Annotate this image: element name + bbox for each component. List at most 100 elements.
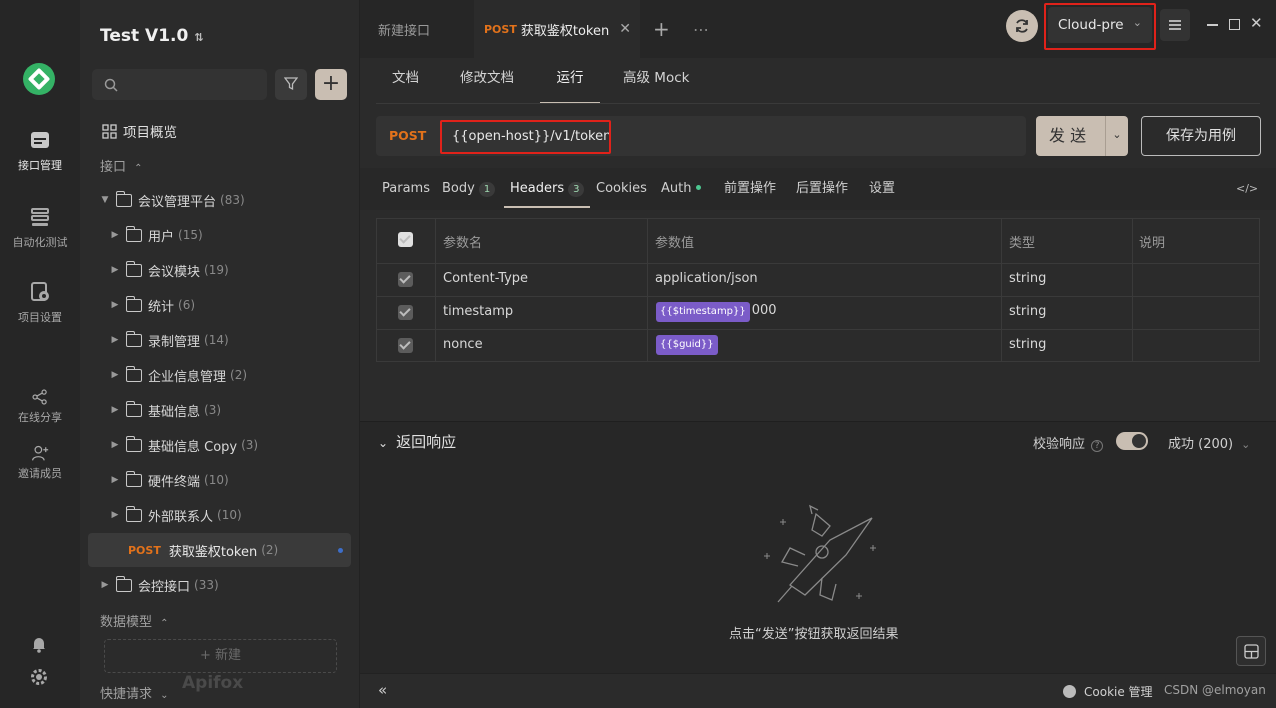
send-options-button[interactable]: ⌄ [1105,116,1128,156]
row-checkbox[interactable] [398,272,413,287]
count-badge: 1 [478,182,496,197]
cookie-manager[interactable]: Cookie 管理 [1063,683,1153,700]
tree-folder[interactable]: ▶ 硬件终端 (10) [108,463,380,497]
method-select[interactable]: POST [389,128,426,143]
project-overview[interactable]: 项目概览 [102,121,177,141]
filter-button[interactable] [275,69,307,100]
folder-name: 外部联系人 [148,509,214,525]
count-badge: 3 [568,182,585,197]
column-header: 说明 [1139,236,1166,251]
apifox-watermark: Apifox [182,673,244,693]
minimize-button[interactable] [1207,24,1218,26]
divider [376,103,1260,104]
tab-run[interactable]: 运行 [540,62,600,104]
header-value[interactable]: {{$timestamp}} 000 [656,302,777,322]
tab-get-token[interactable]: POST 获取鉴权token ✕ [474,0,640,58]
data-model-label: 数据模型 [100,615,153,630]
folder-count: (14) [204,333,229,347]
search-icon [104,78,118,92]
validate-toggle[interactable] [1116,432,1148,450]
maximize-button[interactable] [1229,19,1240,30]
rail-item-project-settings[interactable]: 项目设置 [0,281,80,325]
quick-request-label: 快捷请求 [100,687,153,702]
tab-params[interactable]: Params [382,176,430,208]
folder-count: (83) [220,193,245,207]
header-type[interactable]: string [1009,304,1046,319]
rail-item-invite[interactable]: 邀请成员 [0,444,80,481]
header-name[interactable]: nonce [443,337,483,352]
api-section-header[interactable]: 接口 ⌃ [100,156,143,175]
tree-folder[interactable]: ▶ 外部联系人 (10) [108,498,380,532]
tree-root-folder-2[interactable]: ▶ 会控接口 (33) [98,568,370,602]
response-header[interactable]: ⌄ 返回响应 [378,431,456,452]
tab-advanced-mock[interactable]: 高级 Mock [623,62,689,104]
tab-post-processors[interactable]: 后置操作 [796,176,848,208]
tab-settings[interactable]: 设置 [869,176,895,208]
save-as-case-button[interactable]: 保存为用例 [1141,116,1261,156]
tab-body[interactable]: Body 1 [442,176,496,208]
header-value[interactable]: application/json [655,271,758,286]
status-select[interactable]: 成功 (200) ⌄ [1168,433,1250,452]
new-label: + 新建 [199,648,242,663]
search-box[interactable] [92,69,267,100]
sync-icon [1016,19,1028,33]
tab-new-api[interactable]: 新建接口 [360,0,474,58]
tree-folder[interactable]: ▶ 统计 (6) [108,288,380,322]
tree-folder[interactable]: ▶ 基础信息 (3) [108,393,380,427]
app-logo[interactable] [23,63,55,95]
column-header: 参数名 [443,236,483,251]
tab-cookies[interactable]: Cookies [596,176,647,208]
header-value[interactable]: {{$guid}} [656,335,718,355]
header-type[interactable]: string [1009,271,1046,286]
tree-folder[interactable]: ▶ 基础信息 Copy (3) [108,428,380,462]
close-window-button[interactable]: ✕ [1250,14,1263,32]
tree-folder[interactable]: ▶ 会议模块 (19) [108,253,380,287]
overview-grid-icon [102,123,117,139]
help-icon: ? [1091,440,1104,452]
tree-folder[interactable]: ▶ 录制管理 (14) [108,323,380,357]
code-view-icon[interactable]: </> [1236,176,1258,208]
row-checkbox[interactable] [398,305,413,320]
sync-button[interactable] [1006,10,1038,42]
data-model-header[interactable]: 数据模型 ⌃ [100,611,169,630]
tree-root-folder[interactable]: ▼ 会议管理平台 (83) [98,183,370,217]
more-tabs-button[interactable]: ⋯ [693,0,709,58]
rail-item-api[interactable]: 接口管理 [0,129,80,173]
tree-folder[interactable]: ▶ 用户 (15) [108,218,380,252]
tab-auth[interactable]: Auth [661,176,702,208]
overview-label: 项目概览 [123,125,177,141]
project-title[interactable]: Test V1.0 ⇅ [100,26,203,46]
environment-menu-button[interactable] [1160,9,1190,41]
header-name[interactable]: timestamp [443,304,513,319]
api-section-label: 接口 [100,160,127,175]
plus-icon: + [321,71,341,96]
rail-label: 接口管理 [18,159,62,172]
tree-folder[interactable]: ▶ 企业信息管理 (2) [108,358,380,392]
add-button[interactable]: + [315,69,347,100]
menu-icon [1169,20,1181,30]
gear-icon[interactable] [30,668,48,686]
new-tab-button[interactable]: + [653,0,670,58]
expand-arrow-icon: ▶ [111,475,119,485]
header-type[interactable]: string [1009,337,1046,352]
notification-bell-icon[interactable] [31,636,47,653]
row-checkbox[interactable] [398,338,413,353]
layout-toggle-button[interactable] [1236,636,1266,666]
close-icon[interactable]: ✕ [619,21,631,37]
tab-pre-processors[interactable]: 前置操作 [724,176,776,208]
selected-api-row[interactable]: POST 获取鉴权token (2) [88,533,351,567]
folder-icon [115,575,132,592]
quick-request-header[interactable]: 快捷请求 ⌄ [100,683,169,702]
rail-item-share[interactable]: 在线分享 [0,388,80,425]
folder-icon [125,260,142,277]
new-model-button[interactable]: + 新建 [104,639,337,673]
select-all-checkbox[interactable] [398,232,413,247]
tab-doc[interactable]: 文档 [392,62,419,104]
collapse-sidebar-button[interactable]: « [378,681,387,699]
header-name[interactable]: Content-Type [443,271,528,286]
folder-icon [125,295,142,312]
expand-arrow-icon: ▼ [101,195,109,205]
tab-edit-doc[interactable]: 修改文档 [460,62,514,104]
tab-headers[interactable]: Headers 3 [504,176,591,208]
rail-item-automation[interactable]: 自动化测试 [0,206,80,250]
